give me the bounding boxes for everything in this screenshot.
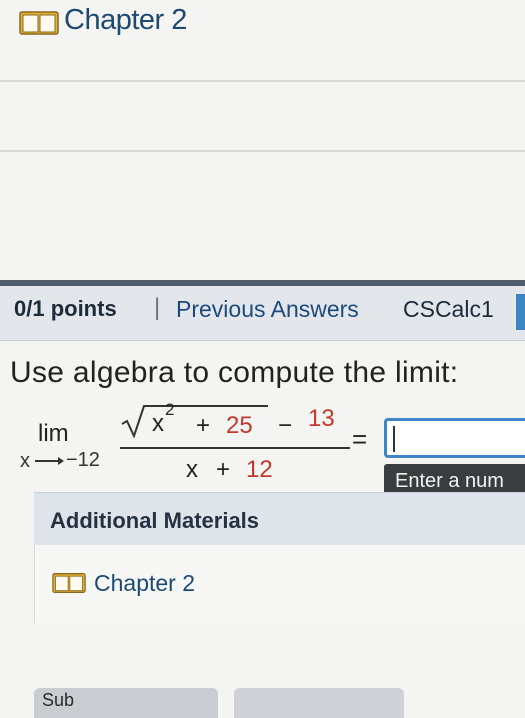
numerator-variable: x <box>152 410 164 437</box>
course-code: CSCalc1 <box>403 296 494 322</box>
material-link-chapter-2[interactable]: Chapter 2 <box>94 570 195 597</box>
arrow-right-icon <box>35 457 64 465</box>
book-icon <box>52 573 86 593</box>
separator: | <box>154 294 161 321</box>
text-caret <box>393 426 395 452</box>
denominator-variable: x <box>186 456 198 483</box>
question-marker <box>516 294 525 330</box>
fraction-bar <box>120 447 350 449</box>
numerator-exponent: 2 <box>165 400 175 419</box>
points-label: 0/1 points <box>14 296 117 321</box>
submit-button-label: Sub <box>42 690 75 710</box>
numerator-minus: − <box>278 412 293 439</box>
numerator-constant: 25 <box>226 412 253 439</box>
book-icon <box>19 11 59 35</box>
previous-answers-link[interactable]: Previous Answers <box>176 296 359 323</box>
denominator-plus: + <box>216 456 231 483</box>
secondary-button[interactable] <box>234 688 404 718</box>
equals-sign: = <box>352 424 368 454</box>
lim-label: lim <box>38 420 69 447</box>
lim-variable: x <box>20 450 30 472</box>
numerator-subtract: 13 <box>308 405 335 432</box>
question-prompt: Use algebra to compute the limit: <box>10 356 459 389</box>
denominator-constant: 12 <box>246 456 273 483</box>
tooltip-text: Enter a num <box>395 470 504 492</box>
lim-approach-value: −12 <box>66 449 100 471</box>
additional-materials-title: Additional Materials <box>50 508 260 533</box>
answer-input[interactable] <box>384 418 525 458</box>
divider <box>0 80 525 82</box>
chapter-link[interactable]: Chapter 2 <box>64 4 187 37</box>
numerator-plus: + <box>196 412 211 439</box>
divider <box>0 150 525 152</box>
